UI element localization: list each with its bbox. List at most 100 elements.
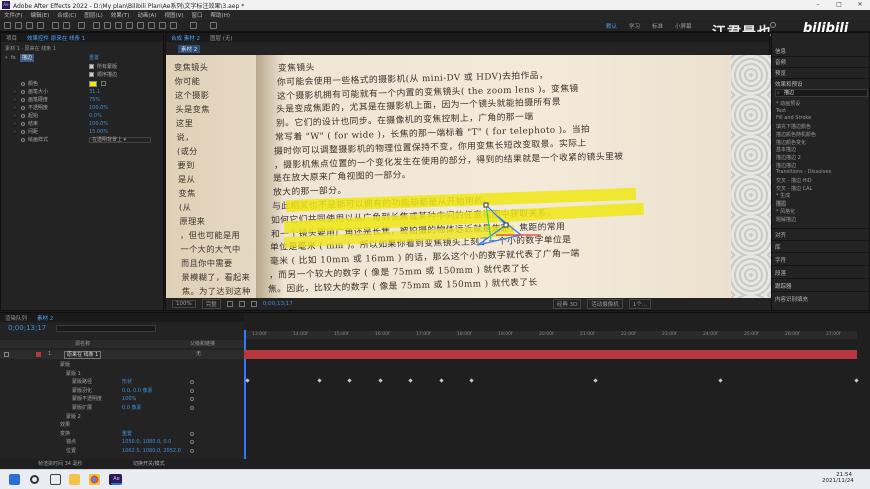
- timeline-property-row[interactable]: 蒙版不透明度 100%: [0, 395, 244, 403]
- timeline-property-row[interactable]: 蒙版 1: [0, 370, 244, 378]
- character-panel-header[interactable]: 字符: [775, 256, 786, 264]
- paragraph-panel-header[interactable]: 段落: [775, 269, 786, 277]
- effects-tree-item[interactable]: 填充下描边颜色: [776, 123, 811, 130]
- layer-name[interactable]: 原来在 线条 1: [64, 351, 102, 359]
- content-aware-fill-header[interactable]: 内容识别填充: [775, 295, 808, 303]
- disclosure-triangle-icon[interactable]: ▾: [5, 54, 8, 62]
- grid-toggle-icon[interactable]: [226, 301, 233, 307]
- effects-presets-header[interactable]: 效果和预设: [775, 80, 803, 88]
- after-effects-taskbar-icon[interactable]: Ae: [111, 474, 122, 485]
- timeline-property-row[interactable]: 蒙版羽化 0.0, 0.0 像素: [0, 387, 244, 395]
- keyframe-marker[interactable]: [854, 378, 859, 383]
- effects-tree-item[interactable]: Transitions - Dissolves: [776, 169, 831, 175]
- timeline-property-row[interactable]: 变换 重置: [0, 430, 244, 438]
- property-value[interactable]: 1050.0, 1080.0, 0.0: [122, 438, 171, 446]
- menu-view[interactable]: 视图(V): [160, 11, 187, 19]
- effects-tree-item[interactable]: 基本描边: [776, 146, 796, 153]
- comp-breadcrumb[interactable]: 素材 2: [178, 44, 201, 53]
- home-tool-icon[interactable]: [4, 22, 11, 29]
- tab-layer[interactable]: 图层 (无): [205, 34, 238, 42]
- property-value[interactable]: 1062.5, 1080.0, 2052.0: [122, 447, 181, 455]
- chrome-icon[interactable]: [89, 474, 100, 485]
- maximize-icon[interactable]: □: [829, 0, 849, 10]
- snapping-icon[interactable]: [190, 22, 197, 29]
- timeline-property-row[interactable]: 蒙版扩展 0.0 像素: [0, 404, 244, 412]
- minimize-icon[interactable]: –: [808, 0, 828, 10]
- workspace-standard[interactable]: 标准: [646, 22, 669, 30]
- rotate-tool-icon[interactable]: [52, 22, 59, 29]
- stopwatch-icon[interactable]: [21, 130, 25, 134]
- property-value[interactable]: 重置: [122, 430, 132, 438]
- link-pickwhip-icon[interactable]: [190, 388, 194, 393]
- effects-tree-item[interactable]: Fill and Stroke: [776, 115, 811, 121]
- tab-composition[interactable]: 合成 素材 2: [166, 34, 205, 42]
- menu-window[interactable]: 窗口: [188, 11, 207, 19]
- timeline-property-row[interactable]: 效果: [0, 421, 244, 429]
- all-masks-checkbox[interactable]: [89, 64, 94, 69]
- effects-tree-item[interactable]: 交叉 - 描边 HiD: [776, 177, 812, 184]
- tracker-panel-header[interactable]: 跟踪器: [775, 282, 792, 290]
- property-value[interactable]: 0.0, 0.0 像素: [122, 387, 153, 395]
- time-ruler[interactable]: 13:00f 14:00f 15:00f 16:00f 17:00f 18:00f 19:0…: [244, 331, 857, 339]
- audio-panel-header[interactable]: 音频: [775, 58, 786, 66]
- property-value[interactable]: 形状: [122, 378, 132, 386]
- menu-composition[interactable]: 合成(C): [53, 11, 80, 19]
- mask-path-handles[interactable]: [466, 200, 546, 250]
- timeline-property-row[interactable]: 锚点 1050.0, 1080.0, 0.0: [0, 438, 244, 446]
- menu-edit[interactable]: 编辑(E): [26, 11, 53, 19]
- workspace-small-screen[interactable]: 小屏幕: [669, 22, 698, 30]
- menu-animation[interactable]: 动画(A): [133, 11, 160, 19]
- keyframe-marker[interactable]: [469, 378, 474, 383]
- keyframe-marker[interactable]: [439, 378, 444, 383]
- effects-tree-item[interactable]: 描边颜色变化: [776, 139, 806, 146]
- tab-render-queue[interactable]: 渲染队列: [0, 314, 32, 322]
- close-icon[interactable]: ✕: [850, 0, 870, 10]
- rectangle-tool-icon[interactable]: [93, 22, 100, 29]
- resolution-dropdown[interactable]: 完整: [201, 299, 221, 309]
- label-color-icon[interactable]: [36, 352, 41, 357]
- magnification-dropdown[interactable]: 100%: [172, 300, 196, 308]
- roto-brush-tool-icon[interactable]: [159, 22, 166, 29]
- keyframe-marker[interactable]: [593, 378, 598, 383]
- workspace-learn[interactable]: 学习: [623, 22, 646, 30]
- property-value[interactable]: 100%: [122, 395, 136, 403]
- tab-timeline-comp[interactable]: 素材 2: [32, 314, 58, 322]
- timeline-search-input[interactable]: [56, 325, 156, 332]
- eye-icon[interactable]: [4, 352, 9, 357]
- puppet-tool-icon[interactable]: [170, 22, 177, 29]
- link-pickwhip-icon[interactable]: [190, 431, 194, 436]
- stopwatch-icon[interactable]: [21, 122, 25, 126]
- effects-tree-item[interactable]: 描边描边: [776, 162, 796, 169]
- timeline-property-row[interactable]: 蒙版 2: [0, 413, 244, 421]
- effects-tree-item[interactable]: 描边描边 2: [776, 154, 801, 161]
- search-icon[interactable]: [30, 475, 39, 484]
- parent-dropdown[interactable]: 无: [196, 350, 201, 359]
- stroke-sequentially-checkbox[interactable]: [89, 72, 94, 77]
- keyframe-marker[interactable]: [317, 378, 322, 383]
- keyframe-marker[interactable]: [408, 378, 413, 383]
- link-pickwhip-icon[interactable]: [190, 380, 194, 385]
- viewer-timecode[interactable]: 0;00;13;17: [263, 301, 293, 307]
- timeline-timecode[interactable]: 0;00;13;17: [8, 324, 46, 332]
- info-panel-header[interactable]: 信息: [775, 47, 786, 55]
- clone-stamp-tool-icon[interactable]: [137, 22, 144, 29]
- camera-dropdown[interactable]: 活动摄像机: [587, 299, 623, 309]
- camera-tool-icon[interactable]: [63, 22, 70, 29]
- align-panel-header[interactable]: 对齐: [775, 231, 786, 239]
- property-value[interactable]: 0.0 像素: [122, 404, 142, 412]
- snapshot-icon[interactable]: [250, 301, 257, 307]
- effects-tree-item[interactable]: * 动画预设: [776, 100, 800, 107]
- effects-tree-item[interactable]: 题解描边: [776, 216, 796, 223]
- hand-tool-icon[interactable]: [26, 22, 33, 29]
- timeline-property-row[interactable]: 位置 1062.5, 1080.0, 2052.0: [0, 447, 244, 455]
- effect-reset-link[interactable]: 重置: [89, 54, 99, 62]
- effects-tree-item[interactable]: 描边: [776, 200, 787, 208]
- effects-tree-item[interactable]: Text: [776, 108, 786, 114]
- view-layout-dropdown[interactable]: 1个...: [628, 299, 652, 309]
- align-icon[interactable]: [210, 22, 217, 29]
- link-pickwhip-icon[interactable]: [190, 449, 194, 453]
- effects-tree-item[interactable]: * 生成: [776, 192, 790, 199]
- task-view-icon[interactable]: [50, 474, 61, 485]
- timeline-property-row[interactable]: 蒙版: [0, 361, 244, 369]
- tab-project[interactable]: 项目: [1, 34, 22, 42]
